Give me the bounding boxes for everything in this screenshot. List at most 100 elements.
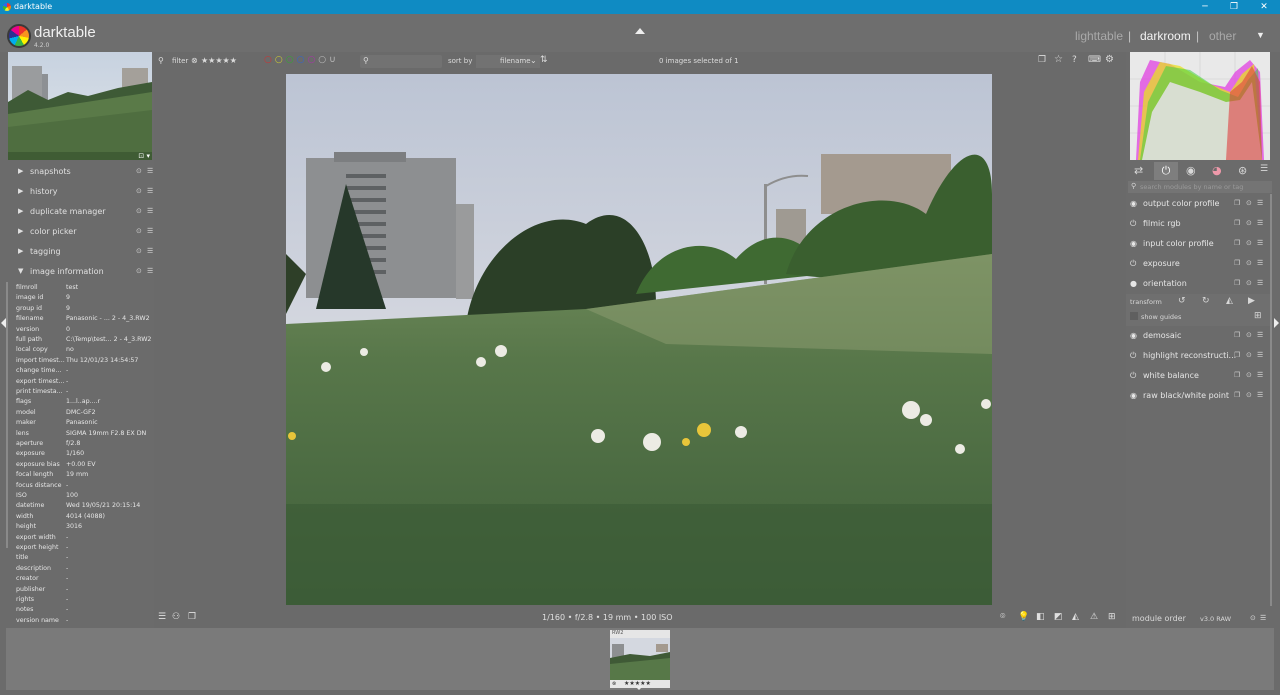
presets-icon[interactable]: ☰ [1257, 331, 1263, 339]
module-power-icon[interactable]: ◉ [1130, 331, 1137, 340]
presets-menu-icon[interactable]: ☰ [1260, 164, 1268, 174]
color-label-filter[interactable]: ○○○○○○∪ [264, 55, 339, 65]
collapse-top-panel-arrow[interactable] [635, 28, 645, 34]
reset-icon[interactable]: ⊙ [1246, 331, 1252, 339]
presets-icon[interactable]: ☰ [147, 247, 153, 255]
flip-vertical-icon[interactable]: ▶ [1248, 296, 1255, 306]
presets-icon[interactable]: ☰ [1257, 391, 1263, 399]
color-assessment-icon[interactable]: ◧ [1036, 612, 1045, 622]
base-modules-tab-icon[interactable]: ◉ [1186, 164, 1196, 177]
reset-icon[interactable]: ⊙ [1246, 239, 1252, 247]
quick-access-menu-icon[interactable]: ☰ [158, 612, 166, 622]
presets-icon[interactable]: ☰ [147, 187, 153, 195]
multi-instance-icon[interactable]: ❐ [1234, 259, 1240, 267]
styles-icon[interactable]: ⚇ [172, 612, 180, 622]
reset-icon[interactable]: ⊙ [1246, 199, 1252, 207]
reset-icon[interactable]: ⊙ [136, 267, 142, 275]
presets-icon[interactable]: ☰ [1257, 239, 1263, 247]
reset-icon[interactable]: ⊙ [1246, 279, 1252, 287]
module-power-icon[interactable]: ◉ [1130, 199, 1137, 208]
processing-module[interactable]: ⏻ exposure ❐ ⊙ ☰ [1126, 254, 1272, 274]
presets-icon[interactable]: ☰ [147, 207, 153, 215]
collapse-right-panel-arrow[interactable] [1274, 318, 1279, 328]
navigation-thumbnail[interactable]: ⊡ ▾ [8, 52, 152, 160]
active-modules-tab-icon[interactable]: ⏻ [1154, 162, 1178, 180]
module-order-value[interactable]: v3.0 RAW [1200, 615, 1231, 623]
star-filter[interactable]: ★★★★★ [201, 56, 237, 65]
search-input[interactable]: ⚲ [360, 55, 442, 68]
multi-instance-icon[interactable]: ❐ [1234, 391, 1240, 399]
sort-order-icon[interactable]: ⇅ [540, 55, 548, 65]
reset-icon[interactable]: ⊙ [136, 227, 142, 235]
multi-instance-icon[interactable]: ❐ [1234, 331, 1240, 339]
module-snapshots[interactable]: ▶ snapshots ⊙ ☰ [14, 162, 154, 182]
maximize-button[interactable]: ❐ [1227, 1, 1241, 13]
softproof-icon[interactable]: ◩ [1054, 612, 1063, 622]
processing-module[interactable]: ◉ raw black/white point ❐ ⊙ ☰ [1126, 386, 1272, 406]
module-image-information[interactable]: ▼ image information ⊙ ☰ [14, 262, 154, 282]
presets-icon[interactable]: ☰ [147, 227, 153, 235]
effects-modules-tab-icon[interactable]: ⊛ [1238, 164, 1247, 177]
presets-icon[interactable]: ☰ [1257, 279, 1263, 287]
processing-module[interactable]: ⏻ filmic rgb ❐ ⊙ ☰ [1126, 214, 1272, 234]
main-image[interactable] [286, 74, 992, 605]
presets-icon[interactable]: ☰ [147, 267, 153, 275]
reset-icon[interactable]: ⊙ [1246, 219, 1252, 227]
flip-horizontal-icon[interactable]: ◭ [1226, 296, 1233, 306]
iso-preview-icon[interactable]: 💡 [1018, 612, 1029, 622]
presets-icon[interactable]: ☰ [1260, 614, 1266, 622]
view-lighttable[interactable]: lighttable [1075, 29, 1123, 43]
star-icon[interactable]: ☆ [1054, 54, 1063, 65]
presets-icon[interactable]: ☰ [1257, 259, 1263, 267]
filter-icon[interactable]: ⚲ [158, 56, 164, 65]
close-button[interactable]: ✕ [1257, 1, 1271, 13]
collapse-left-panel-arrow[interactable] [1, 318, 6, 328]
gamut-check-icon[interactable]: ◭ [1072, 612, 1079, 622]
processing-module[interactable]: ● orientation ❐ ⊙ ☰ [1126, 274, 1272, 294]
processing-module[interactable]: ◉ input color profile ❐ ⊙ ☰ [1126, 234, 1272, 254]
guides-icon[interactable]: ⊞ [1108, 612, 1116, 622]
reset-icon[interactable]: ⊙ [136, 247, 142, 255]
guides-grid-icon[interactable]: ⊞ [1254, 311, 1262, 321]
show-guides-checkbox[interactable] [1130, 312, 1138, 320]
reset-icon[interactable]: ⊙ [1246, 391, 1252, 399]
filmstrip-thumbnail[interactable]: RW2 ⊗ ★★★★★ [610, 630, 670, 688]
module-power-icon[interactable]: ⏻ [1130, 259, 1136, 269]
processing-module[interactable]: ⏻ white balance ❐ ⊙ ☰ [1126, 366, 1272, 386]
overlays-icon[interactable]: ❐ [1038, 55, 1046, 65]
presets-icon[interactable]: ☰ [1257, 199, 1263, 207]
multi-instance-icon[interactable]: ❐ [1234, 371, 1240, 379]
right-scrollbar[interactable] [1270, 194, 1272, 606]
processing-module[interactable]: ◉ demosaic ❐ ⊙ ☰ [1126, 326, 1272, 346]
presets-icon[interactable]: ☰ [1257, 219, 1263, 227]
module-power-icon[interactable]: ⏻ [1130, 219, 1136, 229]
preferences-gear-icon[interactable]: ⚙ [1105, 54, 1114, 65]
quick-access-tab-icon[interactable]: ⇄ [1134, 164, 1143, 177]
processing-module[interactable]: ◉ output color profile ❐ ⊙ ☰ [1126, 194, 1272, 214]
reject-icon[interactable]: ⊗ [612, 681, 616, 687]
multi-instance-icon[interactable]: ❐ [1234, 199, 1240, 207]
module-power-icon[interactable]: ⏻ [1130, 351, 1136, 361]
multi-instance-icon[interactable]: ❐ [1234, 351, 1240, 359]
reset-icon[interactable]: ⊙ [1246, 259, 1252, 267]
multi-instance-icon[interactable]: ❐ [1234, 219, 1240, 227]
clipping-warning-icon[interactable]: ⚠ [1090, 612, 1098, 622]
module-tagging[interactable]: ▶ tagging ⊙ ☰ [14, 242, 154, 262]
view-dropdown-icon[interactable]: ▼ [1256, 30, 1265, 40]
multi-instance-icon[interactable]: ❐ [1234, 279, 1240, 287]
module-power-icon[interactable]: ◉ [1130, 239, 1137, 248]
reset-icon[interactable]: ⊙ [136, 167, 142, 175]
focus-peaking-icon[interactable]: ⌾ [1000, 612, 1005, 622]
help-icon[interactable]: ? [1072, 55, 1077, 65]
rotate-cw-icon[interactable]: ↻ [1202, 296, 1210, 306]
multi-instance-icon[interactable]: ❐ [1234, 239, 1240, 247]
view-other[interactable]: other [1209, 29, 1236, 43]
minimize-button[interactable]: ─ [1198, 1, 1212, 13]
module-color-picker[interactable]: ▶ color picker ⊙ ☰ [14, 222, 154, 242]
module-power-icon[interactable]: ● [1130, 279, 1137, 288]
rotate-ccw-icon[interactable]: ↺ [1178, 296, 1186, 306]
reset-icon[interactable]: ⊙ [1246, 371, 1252, 379]
reset-icon[interactable]: ⊙ [1250, 614, 1256, 622]
processing-module[interactable]: ⏻ highlight reconstructi... ❐ ⊙ ☰ [1126, 346, 1272, 366]
reset-icon[interactable]: ⊙ [136, 207, 142, 215]
